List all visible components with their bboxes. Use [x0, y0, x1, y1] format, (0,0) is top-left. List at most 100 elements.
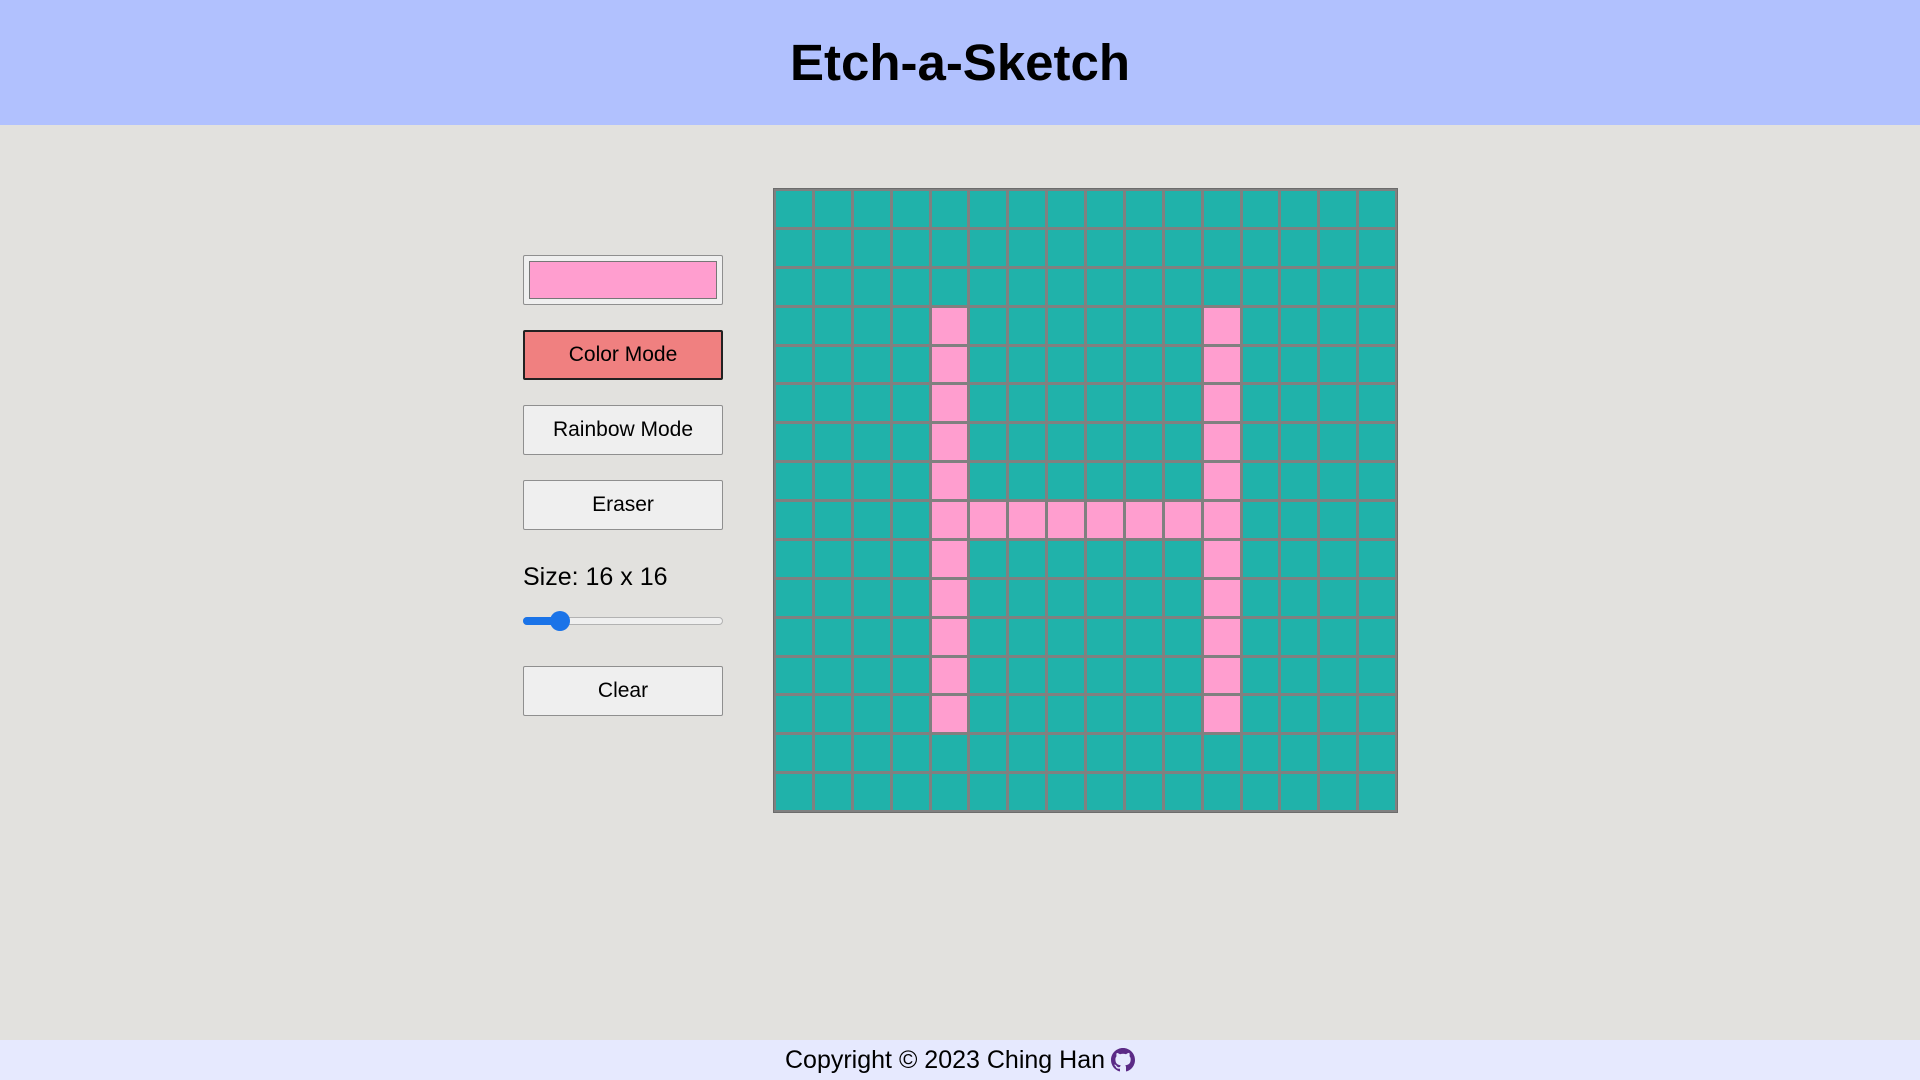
grid-cell[interactable] [1164, 463, 1201, 499]
grid-cell[interactable] [853, 696, 890, 733]
grid-cell[interactable] [1048, 463, 1084, 499]
grid-cell[interactable] [1359, 463, 1395, 499]
grid-cell[interactable] [970, 774, 1007, 810]
grid-cell[interactable] [776, 540, 812, 577]
grid-cell[interactable] [814, 385, 851, 422]
grid-cell[interactable] [814, 463, 851, 499]
grid-cell[interactable] [1125, 657, 1162, 694]
grid-cell[interactable] [1320, 657, 1357, 694]
grid-cell[interactable] [1125, 618, 1162, 655]
grid-cell[interactable] [776, 424, 812, 461]
grid-cell[interactable] [1048, 424, 1084, 461]
grid-cell[interactable] [1164, 502, 1201, 538]
grid-cell[interactable] [1359, 502, 1395, 538]
grid-cell[interactable] [853, 268, 890, 305]
grid-cell[interactable] [1087, 696, 1123, 733]
grid-cell[interactable] [1048, 696, 1084, 733]
grid-cell[interactable] [1359, 191, 1395, 227]
grid-cell[interactable] [1320, 424, 1357, 461]
grid-cell[interactable] [1164, 657, 1201, 694]
grid-cell[interactable] [1087, 268, 1123, 305]
grid-cell[interactable] [1320, 385, 1357, 422]
grid-cell[interactable] [814, 307, 851, 344]
grid-cell[interactable] [970, 346, 1007, 383]
grid-cell[interactable] [1359, 307, 1395, 344]
grid-cell[interactable] [1164, 229, 1201, 266]
grid-cell[interactable] [1281, 774, 1318, 810]
github-icon[interactable] [1111, 1048, 1135, 1072]
grid-cell[interactable] [1320, 579, 1357, 616]
grid-cell[interactable] [1009, 696, 1046, 733]
grid-cell[interactable] [1087, 579, 1123, 616]
grid-cell[interactable] [1281, 696, 1318, 733]
grid-cell[interactable] [776, 657, 812, 694]
grid-cell[interactable] [1203, 735, 1240, 772]
grid-cell[interactable] [853, 191, 890, 227]
grid-cell[interactable] [1048, 774, 1084, 810]
sketch-grid[interactable] [773, 188, 1398, 813]
grid-cell[interactable] [970, 579, 1007, 616]
rainbow-mode-button[interactable]: Rainbow Mode [523, 405, 723, 455]
grid-cell[interactable] [1048, 540, 1084, 577]
grid-cell[interactable] [1009, 735, 1046, 772]
grid-cell[interactable] [892, 268, 929, 305]
grid-cell[interactable] [1164, 540, 1201, 577]
grid-cell[interactable] [1048, 579, 1084, 616]
grid-cell[interactable] [1164, 424, 1201, 461]
grid-cell[interactable] [892, 735, 929, 772]
grid-cell[interactable] [853, 579, 890, 616]
grid-cell[interactable] [1320, 774, 1357, 810]
slider-thumb[interactable] [550, 611, 571, 631]
grid-cell[interactable] [931, 229, 968, 266]
grid-cell[interactable] [1359, 540, 1395, 577]
grid-cell[interactable] [1125, 307, 1162, 344]
grid-cell[interactable] [853, 463, 890, 499]
grid-cell[interactable] [1009, 307, 1046, 344]
grid-cell[interactable] [814, 774, 851, 810]
grid-cell[interactable] [1048, 385, 1084, 422]
grid-cell[interactable] [1087, 229, 1123, 266]
grid-cell[interactable] [1087, 618, 1123, 655]
grid-cell[interactable] [1320, 618, 1357, 655]
grid-cell[interactable] [931, 385, 968, 422]
grid-cell[interactable] [1359, 346, 1395, 383]
grid-cell[interactable] [1281, 385, 1318, 422]
grid-cell[interactable] [931, 696, 968, 733]
grid-cell[interactable] [1281, 502, 1318, 538]
grid-cell[interactable] [814, 540, 851, 577]
grid-cell[interactable] [1281, 463, 1318, 499]
grid-cell[interactable] [1125, 696, 1162, 733]
grid-cell[interactable] [1203, 424, 1240, 461]
grid-cell[interactable] [776, 307, 812, 344]
grid-cell[interactable] [1164, 774, 1201, 810]
grid-cell[interactable] [1242, 774, 1279, 810]
color-mode-button[interactable]: Color Mode [523, 330, 723, 380]
grid-cell[interactable] [1009, 774, 1046, 810]
grid-cell[interactable] [853, 346, 890, 383]
grid-cell[interactable] [970, 424, 1007, 461]
grid-cell[interactable] [931, 307, 968, 344]
grid-cell[interactable] [1164, 696, 1201, 733]
grid-cell[interactable] [1359, 696, 1395, 733]
grid-cell[interactable] [814, 191, 851, 227]
grid-cell[interactable] [814, 735, 851, 772]
grid-cell[interactable] [814, 424, 851, 461]
grid-cell[interactable] [1242, 618, 1279, 655]
grid-cell[interactable] [853, 618, 890, 655]
grid-cell[interactable] [1087, 307, 1123, 344]
grid-cell[interactable] [1087, 191, 1123, 227]
grid-cell[interactable] [1242, 385, 1279, 422]
grid-cell[interactable] [1009, 463, 1046, 499]
grid-cell[interactable] [1203, 346, 1240, 383]
grid-cell[interactable] [1009, 191, 1046, 227]
grid-cell[interactable] [1164, 735, 1201, 772]
grid-cell[interactable] [1281, 268, 1318, 305]
grid-cell[interactable] [1320, 540, 1357, 577]
grid-cell[interactable] [1164, 191, 1201, 227]
grid-cell[interactable] [776, 191, 812, 227]
grid-cell[interactable] [776, 229, 812, 266]
grid-cell[interactable] [1281, 307, 1318, 344]
grid-cell[interactable] [1203, 618, 1240, 655]
grid-cell[interactable] [892, 657, 929, 694]
grid-cell[interactable] [814, 502, 851, 538]
